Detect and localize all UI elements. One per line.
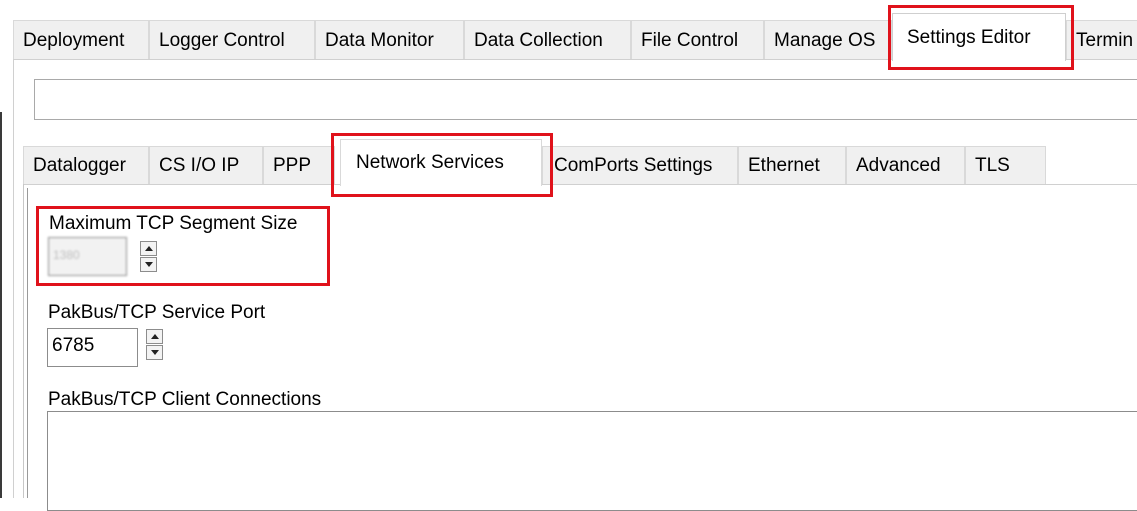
subtab-advanced[interactable]: Advanced xyxy=(846,146,965,184)
pakbus-client-connections-label: PakBus/TCP Client Connections xyxy=(48,389,322,410)
window-edge xyxy=(0,112,2,498)
subtab-label: Datalogger xyxy=(33,154,126,176)
subpanel-border xyxy=(23,184,24,498)
subtab-label: Ethernet xyxy=(748,154,820,176)
tab-logger-control[interactable]: Logger Control xyxy=(149,20,315,60)
highlight-network-services xyxy=(331,133,553,197)
subtab-label: CS I/O IP xyxy=(159,154,240,176)
panel-border xyxy=(13,60,14,498)
subtab-divider xyxy=(23,184,1137,185)
tab-label: Manage OS xyxy=(774,29,876,51)
subtab-datalogger[interactable]: Datalogger xyxy=(23,146,149,184)
tab-label: Data Collection xyxy=(474,29,603,51)
tab-label: Logger Control xyxy=(159,29,285,51)
tab-label: Deployment xyxy=(23,29,125,51)
subtab-tls[interactable]: TLS xyxy=(965,146,1046,184)
tab-manage-os[interactable]: Manage OS xyxy=(764,20,892,60)
pakbus-client-connections-field[interactable] xyxy=(47,411,1137,511)
tab-data-collection[interactable]: Data Collection xyxy=(464,20,631,60)
arrow-down-icon xyxy=(150,350,159,355)
arrow-up-icon xyxy=(150,334,159,339)
tab-label: Termin xyxy=(1076,29,1134,51)
subtab-cs-io-ip[interactable]: CS I/O IP xyxy=(149,146,263,184)
pakbus-port-label: PakBus/TCP Service Port xyxy=(48,302,266,323)
subtab-label: ComPorts Settings xyxy=(554,154,713,176)
tab-deployment[interactable]: Deployment xyxy=(13,20,149,60)
pakbus-port-spin-up[interactable] xyxy=(146,329,163,344)
highlight-settings-editor xyxy=(888,5,1074,70)
subtab-label: Advanced xyxy=(856,154,941,176)
pakbus-port-spin-down[interactable] xyxy=(146,345,163,360)
tab-label: File Control xyxy=(641,29,739,51)
subtab-label: TLS xyxy=(975,154,1010,176)
subtab-comports-settings[interactable]: ComPorts Settings xyxy=(542,146,738,184)
subtab-ethernet[interactable]: Ethernet xyxy=(738,146,846,184)
tab-label: Data Monitor xyxy=(325,29,434,51)
subtab-ppp[interactable]: PPP xyxy=(263,146,335,184)
tab-data-monitor[interactable]: Data Monitor xyxy=(315,20,464,60)
tab-file-control[interactable]: File Control xyxy=(631,20,764,60)
subpanel-inner-border xyxy=(27,188,28,498)
pakbus-port-input[interactable]: 6785 xyxy=(47,328,138,367)
tab-terminal[interactable]: Termin xyxy=(1066,20,1137,60)
settings-path-field[interactable] xyxy=(34,79,1137,120)
highlight-max-tcp-segment xyxy=(36,206,330,286)
subtab-label: PPP xyxy=(273,154,312,176)
